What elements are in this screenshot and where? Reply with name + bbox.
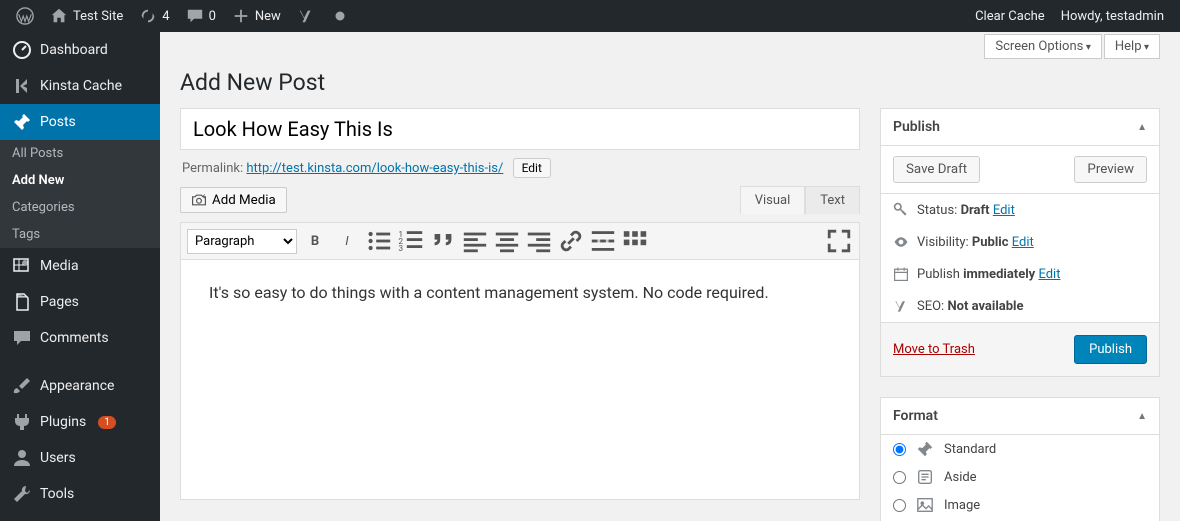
number-list-button[interactable]: 123	[397, 227, 425, 255]
permalink-row: Permalink: http://test.kinsta.com/look-h…	[182, 158, 858, 178]
howdy[interactable]: Howdy, testadmin	[1053, 0, 1172, 32]
comments-icon	[12, 328, 32, 348]
move-to-trash-link[interactable]: Move to Trash	[893, 342, 975, 357]
align-center-button[interactable]	[493, 227, 521, 255]
tab-text[interactable]: Text	[805, 186, 860, 214]
svg-text:3: 3	[398, 244, 403, 254]
menu-comments[interactable]: Comments	[0, 320, 160, 356]
format-standard[interactable]: Standard	[881, 435, 1159, 463]
seo-icon	[893, 298, 909, 314]
dashboard-icon	[12, 40, 32, 60]
bold-button[interactable]: B	[301, 227, 329, 255]
clear-cache[interactable]: Clear Cache	[967, 0, 1053, 32]
admin-sidebar: Dashboard Kinsta Cache Posts All Posts A…	[0, 32, 160, 521]
menu-media[interactable]: Media	[0, 248, 160, 284]
link-button[interactable]	[557, 227, 585, 255]
seo-link[interactable]	[289, 0, 323, 32]
format-box: Format▲ Standard Aside Image Video	[880, 397, 1160, 521]
comments-link[interactable]: 0	[178, 0, 224, 32]
editor-toolbar: Paragraph B I 123	[180, 222, 860, 260]
collapse-icon: ▲	[1137, 411, 1147, 422]
tools-icon	[12, 484, 32, 504]
preview-button[interactable]: Preview	[1074, 156, 1147, 183]
format-aside[interactable]: Aside	[881, 463, 1159, 491]
menu-pages[interactable]: Pages	[0, 284, 160, 320]
eye-icon	[893, 234, 909, 250]
kinsta-icon	[12, 76, 32, 96]
admin-toolbar: Test Site 4 0 New Clear Cache Howdy, tes…	[0, 0, 1180, 32]
yoast-icon	[297, 7, 315, 25]
italic-button[interactable]: I	[333, 227, 361, 255]
format-select[interactable]: Paragraph	[187, 229, 297, 254]
main-content: Screen Options Help Add New Post Permali…	[160, 32, 1180, 521]
schedule-row: Publish immediately Edit	[881, 258, 1159, 290]
wp-logo[interactable]	[8, 0, 42, 32]
align-left-button[interactable]	[461, 227, 489, 255]
help-button[interactable]: Help	[1104, 34, 1160, 59]
pin-icon	[916, 440, 934, 458]
permalink-label: Permalink:	[182, 161, 243, 176]
menu-appearance[interactable]: Appearance	[0, 368, 160, 404]
menu-users[interactable]: Users	[0, 440, 160, 476]
align-right-button[interactable]	[525, 227, 553, 255]
readmore-button[interactable]	[589, 227, 617, 255]
brush-icon	[12, 376, 32, 396]
rec-indicator[interactable]	[323, 0, 357, 32]
media-icon	[12, 256, 32, 276]
users-icon	[12, 448, 32, 468]
bullet-list-button[interactable]	[365, 227, 393, 255]
menu-dashboard[interactable]: Dashboard	[0, 32, 160, 68]
image-icon	[916, 496, 934, 514]
visibility-row: Visibility: Public Edit	[881, 226, 1159, 258]
toolbar-toggle-button[interactable]	[621, 227, 649, 255]
comment-icon	[186, 7, 204, 25]
page-title: Add New Post	[180, 69, 1160, 96]
screen-options-button[interactable]: Screen Options	[984, 34, 1101, 59]
updates[interactable]: 4	[131, 0, 177, 32]
status-row: Status: Draft Edit	[881, 194, 1159, 226]
add-media-button[interactable]: Add Media	[180, 187, 287, 213]
schedule-edit-link[interactable]: Edit	[1038, 267, 1060, 282]
home-icon	[50, 7, 68, 25]
new-link[interactable]: New	[224, 0, 289, 32]
format-box-header[interactable]: Format▲	[881, 398, 1159, 435]
tab-visual[interactable]: Visual	[740, 186, 806, 214]
circle-icon	[331, 7, 349, 25]
menu-tools[interactable]: Tools	[0, 476, 160, 512]
fullscreen-button[interactable]	[825, 227, 853, 255]
camera-icon	[191, 192, 207, 208]
menu-posts[interactable]: Posts	[0, 104, 160, 140]
submenu-categories[interactable]: Categories	[0, 194, 160, 221]
plugin-icon	[12, 412, 32, 432]
seo-row: SEO: Not available	[881, 290, 1159, 322]
post-title-input[interactable]	[180, 108, 860, 150]
site-name[interactable]: Test Site	[42, 0, 131, 32]
quote-button[interactable]	[429, 227, 457, 255]
aside-icon	[916, 468, 934, 486]
permalink-url[interactable]: http://test.kinsta.com/look-how-easy-thi…	[246, 161, 503, 176]
update-icon	[139, 7, 157, 25]
submenu-tags[interactable]: Tags	[0, 221, 160, 248]
permalink-edit-button[interactable]: Edit	[513, 158, 551, 178]
plugins-badge: 1	[98, 416, 116, 429]
publish-box: Publish▲ Save Draft Preview Status: Draf…	[880, 108, 1160, 377]
visibility-edit-link[interactable]: Edit	[1012, 235, 1034, 250]
pages-icon	[12, 292, 32, 312]
menu-plugins[interactable]: Plugins1	[0, 404, 160, 440]
save-draft-button[interactable]: Save Draft	[893, 156, 980, 183]
submenu-add-new[interactable]: Add New	[0, 167, 160, 194]
submenu-all-posts[interactable]: All Posts	[0, 140, 160, 167]
key-icon	[893, 202, 909, 218]
status-edit-link[interactable]: Edit	[993, 203, 1015, 218]
publish-box-header[interactable]: Publish▲	[881, 109, 1159, 146]
format-image[interactable]: Image	[881, 491, 1159, 519]
publish-button[interactable]: Publish	[1074, 335, 1147, 364]
menu-kinsta[interactable]: Kinsta Cache	[0, 68, 160, 104]
pin-icon	[12, 112, 32, 132]
plus-icon	[232, 7, 250, 25]
collapse-icon: ▲	[1137, 122, 1147, 133]
editor-content[interactable]: It's so easy to do things with a content…	[180, 260, 860, 500]
calendar-icon	[893, 266, 909, 282]
